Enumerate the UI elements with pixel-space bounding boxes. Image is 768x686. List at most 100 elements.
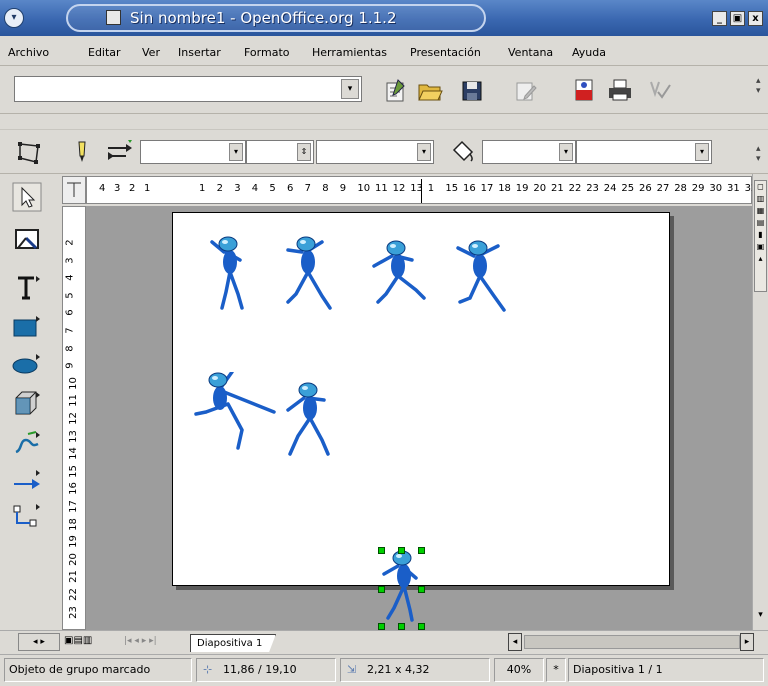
vertical-ruler[interactable]: 2 3 4 5 6 7 8 9 10 11 12 13 14 15 16 17 18 19 20 21 22 23 (62, 206, 86, 630)
scroll-down-icon[interactable]: ▾ (754, 610, 767, 626)
selection-handle[interactable] (378, 586, 385, 593)
ruler-tick-label: 21 (551, 183, 564, 194)
menu-presentacion[interactable]: Presentación (410, 46, 481, 59)
toolbar-scroll-icon[interactable]: ▴ ▾ (756, 76, 761, 96)
ruler-tick-label: 20 (67, 552, 79, 566)
ruler-tick-label: 1 (427, 183, 435, 194)
toolbar-grip[interactable] (0, 114, 768, 130)
status-zoom[interactable]: 40% (494, 658, 544, 682)
rectangle-tool-icon[interactable] (12, 312, 42, 342)
line-width-spin[interactable]: ⇕ (246, 140, 314, 164)
minimize-button[interactable]: _ (712, 11, 727, 26)
selection-handle[interactable] (378, 623, 385, 630)
3d-object-icon[interactable] (12, 388, 42, 418)
ruler-tick-label: 16 (463, 183, 476, 194)
tab-diapositiva-1[interactable]: Diapositiva 1 (190, 634, 276, 652)
menu-herramientas[interactable]: Herramientas (312, 46, 387, 59)
drawing-canvas[interactable] (86, 206, 752, 630)
horizontal-scrollbar[interactable] (524, 635, 740, 649)
menu-ayuda[interactable]: Ayuda (572, 46, 606, 59)
scroll-left-icon[interactable]: ◂ ▸ (18, 633, 60, 651)
menu-ventana[interactable]: Ventana (508, 46, 553, 59)
selection-handle[interactable] (418, 547, 425, 554)
edit-file-icon[interactable] (382, 76, 410, 104)
hscroll-right-icon[interactable]: ▸ (740, 633, 754, 651)
connector-tool-icon[interactable] (12, 500, 42, 530)
ellipse-tool-icon[interactable] (12, 350, 42, 380)
menu-bar: Archivo Editar Ver Insertar Formato Herr… (0, 36, 768, 66)
menu-editar[interactable]: Editar (88, 46, 121, 59)
dancing-figure[interactable] (454, 240, 544, 322)
line-style-combo[interactable]: ▾ (140, 140, 246, 164)
select-arrow-icon[interactable] (12, 182, 42, 212)
ruler-tick-label: 8 (322, 183, 329, 194)
line-style-icon[interactable] (72, 138, 92, 166)
area-fill-icon[interactable] (448, 138, 478, 166)
position-icon: ⊹ (203, 663, 213, 676)
ruler-tick-label: 27 (656, 183, 670, 194)
spellcheck-icon[interactable] (646, 76, 674, 104)
close-button[interactable]: x (748, 11, 763, 26)
menu-ver[interactable]: Ver (142, 46, 160, 59)
ruler-tick-label: 16 (67, 482, 79, 496)
horizontal-ruler[interactable]: 4 3 2 1 1 2 3 4 5 6 7 8 9 10 11 12 13 1 15 16 17 18 19 20 21 22 23… (86, 176, 757, 204)
open-folder-icon[interactable] (416, 76, 444, 104)
dancing-figure[interactable] (284, 382, 374, 464)
text-tool-icon[interactable] (12, 272, 42, 302)
selection-handle[interactable] (418, 586, 425, 593)
dancing-figure[interactable] (204, 236, 294, 318)
hscroll-left-icon[interactable]: ◂ (508, 633, 522, 651)
menu-formato[interactable]: Formato (244, 46, 290, 59)
ruler-tick-label: 3 (114, 183, 121, 194)
dancing-figure[interactable] (282, 236, 372, 318)
menu-archivo[interactable]: Archivo (8, 46, 49, 59)
line-color-combo[interactable]: ▾ (316, 140, 434, 164)
view-mode-buttons[interactable]: ▣▤▥ (64, 633, 122, 651)
selection-handle[interactable] (378, 547, 385, 554)
tab-navigation[interactable]: |◂ ◂ ▸ ▸| (124, 633, 188, 651)
ruler-tick-label: 22 (568, 183, 582, 194)
status-page: Diapositiva 1 / 1 (568, 658, 764, 682)
ruler-tick-label: 18 (498, 183, 511, 194)
ruler-tick-label: 10 (357, 183, 371, 194)
title-bar[interactable]: ▾ Sin nombre1 - OpenOffice.org 1.1.2 _ ▣… (0, 0, 768, 36)
ruler-tick-label: 20 (533, 183, 547, 194)
ruler-tick-label: 5 (269, 183, 276, 194)
ruler-tick-label: 3 (234, 183, 241, 194)
toolbar-scroll-icon[interactable]: ▴ ▾ (756, 144, 761, 164)
presentation-toolbar[interactable]: ◻ ▥ ▦ ▤ ▮ ▣ ▴ (754, 180, 767, 292)
ruler-tick-label: 22 (67, 588, 79, 601)
chevron-down-icon: ▾ (559, 143, 573, 161)
ruler-tick-label: 5 (64, 292, 76, 299)
dancing-figure[interactable] (194, 372, 284, 454)
dancing-figure[interactable] (372, 240, 462, 322)
vertical-scrollbar[interactable]: ◻ ▥ ▦ ▤ ▮ ▣ ▴ ▾ (752, 174, 768, 630)
url-dropdown-icon[interactable]: ▾ (341, 79, 359, 99)
ruler-tick-label: 2 (129, 183, 136, 194)
area-fill-combo[interactable]: ▾ (576, 140, 712, 164)
points-edit-icon[interactable] (14, 136, 46, 168)
maximize-button[interactable]: ▣ (730, 11, 745, 26)
ruler-tick-label: 18 (67, 517, 79, 531)
ruler-tick-label: 17 (67, 500, 79, 513)
curve-tool-icon[interactable] (12, 428, 42, 458)
selection-handle[interactable] (418, 623, 425, 630)
document-icon (106, 10, 121, 25)
ruler-tick-label: 4 (64, 274, 76, 281)
area-style-combo[interactable]: ▾ (482, 140, 576, 164)
application-window: ▾ Sin nombre1 - OpenOffice.org 1.1.2 _ ▣… (0, 0, 768, 686)
menu-insertar[interactable]: Insertar (178, 46, 221, 59)
zoom-tool-icon[interactable] (12, 224, 42, 254)
save-icon[interactable] (458, 76, 486, 104)
arrow-style-icon[interactable] (104, 138, 134, 166)
edit-mode-icon[interactable] (512, 76, 540, 104)
line-arrow-tool-icon[interactable] (12, 466, 42, 496)
print-icon[interactable] (606, 76, 634, 104)
selection-handle[interactable] (398, 623, 405, 630)
window-menu-icon[interactable]: ▾ (4, 8, 24, 28)
ruler-tick-label: 2 (64, 239, 76, 246)
export-pdf-icon[interactable] (570, 76, 598, 104)
ruler-corner[interactable] (62, 176, 86, 204)
selection-handle[interactable] (398, 547, 405, 554)
url-combo[interactable]: ▾ (14, 76, 362, 102)
